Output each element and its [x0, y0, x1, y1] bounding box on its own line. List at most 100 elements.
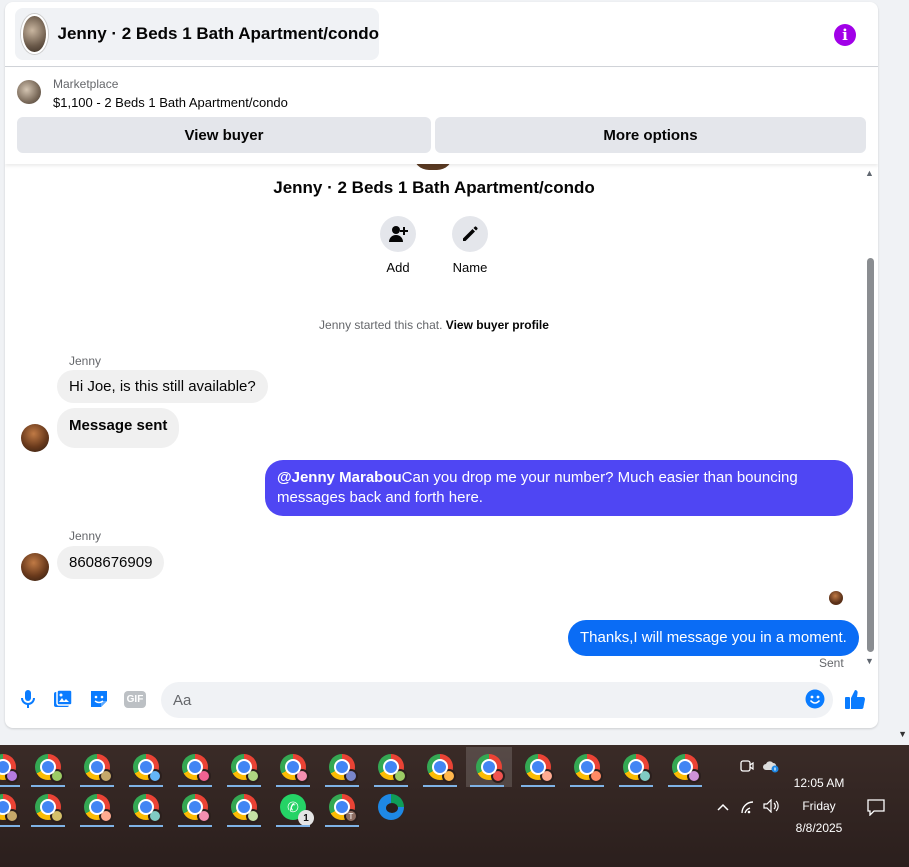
view-buyer-profile-link[interactable]: View buyer profile [446, 318, 549, 332]
chrome-icon [35, 754, 64, 783]
chat-window: Jenny · 2 Beds 1 Bath Apartment/condo i … [5, 2, 878, 728]
chrome-icon [672, 754, 701, 783]
scroll-up-icon[interactable]: ▲ [865, 168, 874, 178]
chrome-icon [35, 794, 64, 823]
outgoing-message[interactable]: @Jenny MarabouCan you drop me your numbe… [265, 460, 853, 516]
incoming-message[interactable]: Hi Joe, is this still available? [57, 370, 268, 403]
chrome-app-button[interactable] [272, 747, 314, 787]
photo-icon[interactable] [52, 688, 74, 710]
conversation-title-chip[interactable]: Jenny · 2 Beds 1 Bath Apartment/condo [15, 8, 379, 60]
chrome-app-button[interactable] [419, 747, 461, 787]
listing-thumbnail [17, 80, 41, 104]
edge-app-button[interactable] [370, 787, 412, 827]
notification-center-icon[interactable] [866, 797, 886, 817]
chat-header: Jenny · 2 Beds 1 Bath Apartment/condo i [5, 2, 878, 67]
chrome-app-button[interactable] [664, 747, 706, 787]
chrome-icon [476, 754, 505, 783]
chrome-app-button[interactable] [125, 787, 167, 827]
onedrive-icon[interactable] [761, 757, 781, 775]
chrome-icon [84, 754, 113, 783]
listing-avatar [21, 14, 48, 54]
chrome-app-button[interactable] [321, 747, 363, 787]
edge-icon [378, 794, 404, 820]
chrome-app-button[interactable] [76, 787, 118, 827]
scroll-thumb[interactable] [867, 258, 874, 652]
chrome-icon [623, 754, 652, 783]
chrome-icon [182, 754, 211, 783]
add-person-icon [380, 216, 416, 252]
chrome-app-button[interactable] [517, 747, 559, 787]
view-buyer-button[interactable]: View buyer [17, 117, 431, 153]
chrome-app-button[interactable] [0, 787, 24, 827]
chrome-icon [280, 754, 309, 783]
thumbs-up-icon[interactable] [844, 688, 866, 710]
chrome-icon [378, 754, 407, 783]
chrome-app-button[interactable] [615, 747, 657, 787]
name-conversation-button[interactable]: Name [440, 216, 500, 275]
chrome-app-button-active[interactable] [466, 747, 512, 787]
mention[interactable]: @Jenny Marabou [277, 469, 402, 486]
add-label: Add [386, 260, 410, 275]
chrome-icon [231, 794, 260, 823]
sender-name: Jenny [69, 354, 102, 368]
scroll-down-icon[interactable]: ▼ [865, 656, 874, 666]
page-scroll-down-icon[interactable]: ▼ [898, 729, 907, 739]
name-label: Name [452, 260, 488, 275]
chrome-icon [329, 754, 358, 783]
message-input[interactable] [161, 682, 833, 718]
info-icon[interactable]: i [834, 24, 856, 46]
microphone-icon[interactable] [17, 688, 39, 710]
clock-time[interactable]: 12:05 AM [783, 776, 855, 790]
thread-title: Jenny · 2 Beds 1 Bath Apartment/condo [273, 178, 595, 197]
chrome-app-button[interactable] [76, 747, 118, 787]
taskbar-row-top [0, 747, 710, 787]
whatsapp-icon: ✆ 1 [280, 794, 314, 826]
composer: GIF [5, 674, 878, 728]
chrome-app-button[interactable] [174, 787, 216, 827]
chrome-icon [182, 794, 211, 823]
clock-date[interactable]: 8/8/2025 [783, 821, 855, 835]
chrome-app-button[interactable] [125, 747, 167, 787]
chrome-app-button[interactable] [223, 787, 265, 827]
thread-scrollbar[interactable]: ▲ ▼ [864, 168, 876, 668]
listing-title[interactable]: $1,100 - 2 Beds 1 Bath Apartment/condo [53, 95, 288, 110]
meet-now-icon[interactable] [738, 757, 756, 775]
whatsapp-app-button[interactable]: ✆ 1 [272, 787, 314, 827]
add-people-button[interactable]: Add [368, 216, 428, 275]
chrome-icon [525, 754, 554, 783]
chevron-up-icon[interactable] [714, 798, 732, 816]
chrome-app-button[interactable] [566, 747, 608, 787]
clock-day[interactable]: Friday [783, 799, 855, 813]
outgoing-message[interactable]: Thanks,I will message you in a moment. [568, 620, 859, 656]
incoming-message[interactable]: Message sent [57, 408, 180, 448]
chrome-icon [133, 794, 162, 823]
chat-started-notice: Jenny started this chat. View buyer prof… [5, 318, 863, 332]
conversation-title: Jenny · 2 Beds 1 Bath Apartment/condo [57, 24, 379, 43]
marketplace-label: Marketplace [53, 77, 119, 91]
gif-icon[interactable]: GIF [123, 688, 147, 710]
gif-label: GIF [123, 690, 147, 708]
chrome-app-button[interactable] [223, 747, 265, 787]
buyer-avatar[interactable] [21, 553, 49, 581]
chrome-app-button[interactable] [27, 747, 69, 787]
pencil-icon [452, 216, 488, 252]
chrome-app-button[interactable] [27, 787, 69, 827]
emoji-icon[interactable] [804, 688, 826, 710]
notification-badge: 1 [298, 810, 314, 826]
buyer-avatar[interactable] [21, 424, 49, 452]
windows-taskbar: ✆ 1 T 12:05 AM Friday 8/8/2025 [0, 745, 909, 867]
chrome-icon: T [329, 794, 358, 823]
chrome-icon [133, 754, 162, 783]
chrome-icon [574, 754, 603, 783]
chrome-app-button[interactable] [174, 747, 216, 787]
chrome-app-button[interactable] [0, 747, 24, 787]
chrome-icon [427, 754, 456, 783]
incoming-message[interactable]: 8608676909 [57, 546, 165, 579]
volume-icon[interactable] [762, 797, 780, 815]
sticker-icon[interactable] [88, 688, 110, 710]
chrome-icon [84, 794, 113, 823]
wifi-icon[interactable] [739, 798, 757, 816]
more-options-button[interactable]: More options [435, 117, 866, 153]
chrome-app-button[interactable] [370, 747, 412, 787]
chrome-app-button[interactable]: T [321, 787, 363, 827]
